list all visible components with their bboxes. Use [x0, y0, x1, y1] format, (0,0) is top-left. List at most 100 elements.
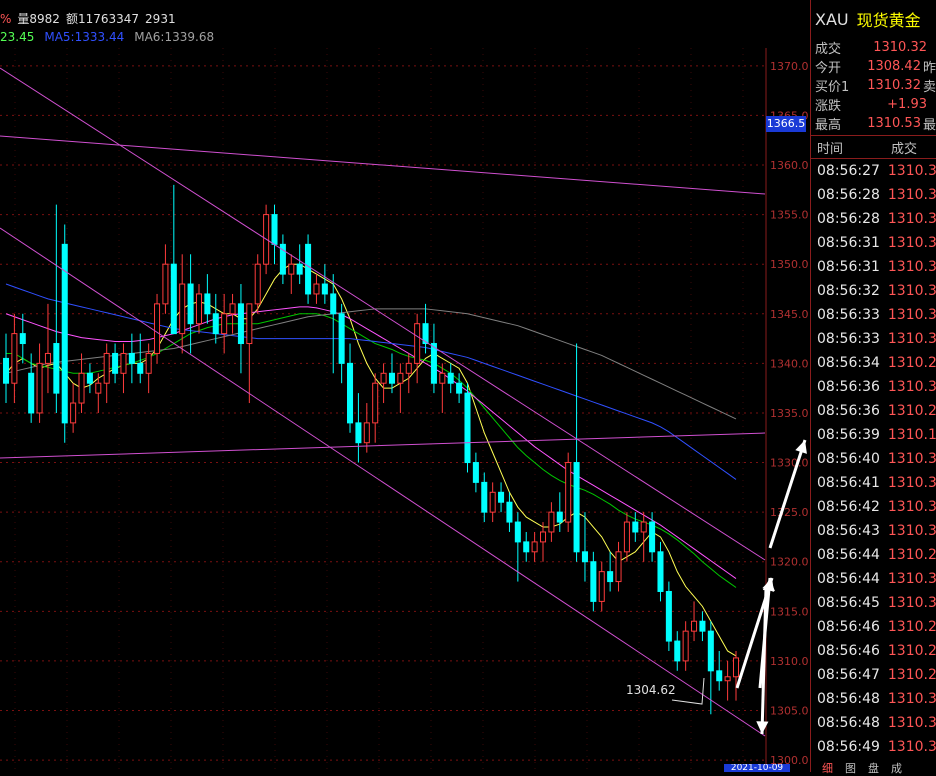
- date-tag: 2021-10-09: [724, 764, 790, 772]
- tick-time: 08:56:28: [817, 211, 880, 227]
- candle-body: [347, 362, 354, 424]
- candle-body: [581, 551, 588, 563]
- candle-body: [112, 352, 119, 374]
- quote-label: 成交: [815, 42, 842, 57]
- tick-price: 1310.3: [887, 691, 936, 707]
- symbol-name: 现货黄金: [856, 11, 921, 30]
- symbol-code: XAU: [815, 9, 849, 29]
- ticks-list[interactable]: 08:56:27 1310.3 08:56:28 1310.3 08:56:28 1310…: [811, 159, 936, 759]
- tick-row: 08:56:41 1310.3: [811, 471, 936, 495]
- candle-body: [598, 571, 605, 602]
- candle-body: [388, 372, 395, 384]
- candle-body: [464, 392, 471, 464]
- tick-price: 1310.2: [887, 547, 936, 563]
- tick-row: 08:56:44 1310.2: [811, 543, 936, 567]
- candle-body: [372, 382, 379, 424]
- candle-body: [44, 352, 51, 364]
- candle-body: [565, 462, 572, 523]
- tick-time: 08:56:36: [817, 379, 880, 395]
- candle-body: [11, 333, 18, 384]
- quote-label-secondary: 卖: [922, 80, 936, 95]
- y-tick-label: 1320.0: [770, 556, 809, 569]
- candle-body: [70, 402, 77, 424]
- y-tick-label: 1340.0: [770, 357, 809, 370]
- tick-price: 1310.2: [887, 403, 936, 419]
- ma-first-value: 23.45: [0, 30, 35, 44]
- candle-body: [338, 313, 345, 364]
- candle-body: [145, 352, 152, 374]
- tick-row: 08:56:43 1310.3: [811, 519, 936, 543]
- tick-time: 08:56:31: [817, 259, 880, 275]
- y-tick-label: 1345.0: [770, 308, 809, 321]
- ma6-value: MA6:1339.68: [134, 30, 215, 44]
- top-strip: [0, 0, 936, 10]
- y-tick-label: 1360.0: [770, 159, 809, 172]
- candle-body: [162, 263, 169, 305]
- y-tick-label: 1325.0: [770, 506, 809, 519]
- candle-body: [170, 263, 177, 335]
- candle-body: [229, 303, 236, 315]
- candle-body: [212, 313, 219, 335]
- quote-label: 最高: [815, 118, 842, 133]
- tick-price: 1310.1: [887, 427, 936, 443]
- tick-row: 08:56:36 1310.3: [811, 375, 936, 399]
- tick-row: 08:56:47 1310.2: [811, 663, 936, 687]
- candle-body: [313, 283, 320, 295]
- candle-body: [674, 640, 681, 662]
- ticks-header: 时间 成交: [811, 135, 936, 159]
- kline-chart[interactable]: 1370.01365.01360.01355.01350.01345.01340…: [0, 48, 810, 772]
- tick-row: 08:56:40 1310.3: [811, 447, 936, 471]
- tick-time: 08:56:49: [817, 739, 880, 755]
- candle-body: [447, 372, 454, 384]
- candle-body: [498, 491, 505, 503]
- tick-row: 08:56:34 1310.2: [811, 351, 936, 375]
- tick-price: 1310.2: [887, 643, 936, 659]
- candle-body: [296, 263, 303, 275]
- candle-body: [2, 357, 10, 384]
- candle-body: [657, 551, 664, 592]
- candle-body: [363, 422, 370, 444]
- bottom-tabs: 细图盘成: [810, 760, 936, 775]
- y-tick-label: 1350.0: [770, 258, 809, 271]
- candle-body: [330, 293, 337, 315]
- quote-row: 成交 1310.32: [811, 38, 936, 57]
- candle-body: [28, 372, 35, 414]
- quote-list: 成交 1310.32 今开 1308.42 昨买价1 1310.32 卖涨跌 +1.93 最高 1…: [811, 38, 936, 133]
- info-bar: % 量8982 额11763347 2931: [0, 10, 810, 30]
- candle-body: [288, 263, 295, 275]
- tick-time: 08:56:42: [817, 499, 880, 515]
- candle-body: [195, 293, 203, 325]
- tick-row: 08:56:28 1310.3: [811, 183, 936, 207]
- tick-row: 08:56:33 1310.3: [811, 303, 936, 327]
- quote-row: 今开 1308.42 昨: [811, 57, 936, 76]
- candle-body: [137, 362, 144, 374]
- candle-body: [305, 243, 312, 295]
- quote-row: 买价1 1310.32 卖: [811, 76, 936, 95]
- tick-time: 08:56:46: [817, 619, 880, 635]
- quote-value: 1310.32: [873, 40, 927, 55]
- tick-row: 08:56:31 1310.3: [811, 231, 936, 255]
- bottom-tab[interactable]: 图: [845, 760, 856, 775]
- tick-time: 08:56:32: [817, 283, 880, 299]
- quote-row: 最高 1310.53 最: [811, 114, 936, 133]
- symbol-header: XAU 现货黄金: [811, 0, 936, 38]
- bottom-tab[interactable]: 细: [822, 760, 833, 775]
- low-price-annotation: 1304.62: [626, 683, 676, 697]
- quote-row: 涨跌 +1.93: [811, 95, 936, 114]
- candle-body: [649, 521, 656, 553]
- tick-price: 1310.3: [887, 283, 936, 299]
- arrow-up-3-head: [795, 440, 807, 454]
- bottom-tab[interactable]: 盘: [868, 760, 879, 775]
- tick-time: 08:56:40: [817, 451, 880, 467]
- bottom-tab[interactable]: 成: [891, 760, 902, 775]
- tick-price: 1310.3: [887, 211, 936, 227]
- quote-value: +1.93: [887, 97, 927, 112]
- candle-body: [682, 630, 689, 662]
- tick-time: 08:56:44: [817, 571, 880, 587]
- tick-row: 08:56:33 1310.3: [811, 327, 936, 351]
- tick-row: 08:56:48 1310.3: [811, 687, 936, 711]
- tick-time: 08:56:33: [817, 331, 880, 347]
- tick-time: 08:56:39: [817, 427, 880, 443]
- kline-chart-area[interactable]: 1370.01365.01360.01355.01350.01345.01340…: [0, 48, 810, 772]
- quote-label: 今开: [815, 61, 842, 76]
